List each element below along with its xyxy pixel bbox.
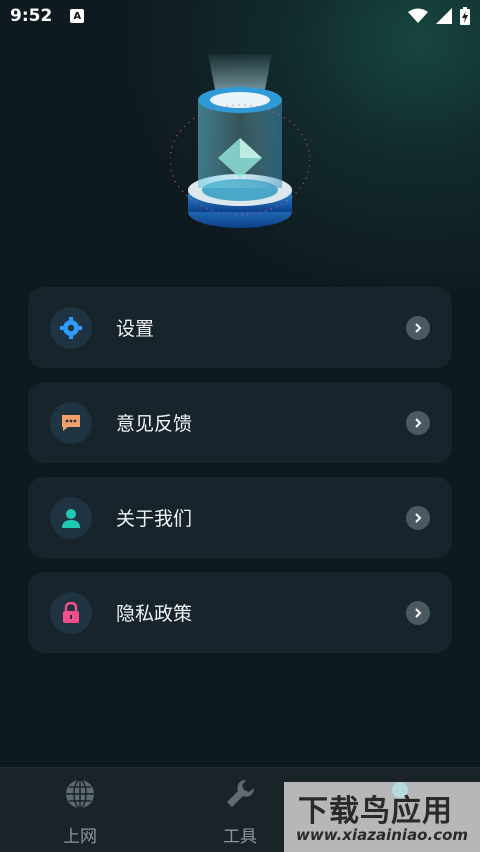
menu-item-privacy[interactable]: 隐私政策	[28, 572, 452, 653]
menu-item-label: 隐私政策	[116, 603, 193, 625]
status-time: 9:52	[10, 6, 53, 26]
chat-bubble-icon	[50, 402, 92, 444]
wifi-icon	[408, 8, 428, 23]
menu-item-feedback[interactable]: 意见反馈	[28, 382, 452, 463]
watermark-url: www.xiazainiao.com	[296, 826, 469, 844]
settings-menu: 设置 意见反馈 关于我们 隐私政策	[28, 287, 452, 667]
chevron-right-icon	[406, 316, 430, 340]
chevron-right-icon	[406, 601, 430, 625]
tab-tools[interactable]: 工具	[195, 778, 285, 847]
globe-icon	[66, 779, 94, 809]
tab-label: 上网	[63, 827, 97, 847]
menu-item-settings[interactable]: 设置	[28, 287, 452, 368]
menu-item-label: 关于我们	[116, 508, 193, 530]
chevron-right-icon	[406, 411, 430, 435]
watermark-title: 下载鸟应用	[298, 794, 453, 829]
wrench-icon	[227, 779, 255, 807]
hero-illustration	[169, 52, 311, 247]
menu-item-label: 设置	[116, 318, 155, 340]
notification-badge: A	[70, 9, 85, 23]
watermark: 下载鸟应用 www.xiazainiao.com	[284, 782, 480, 852]
user-icon	[50, 497, 92, 539]
menu-item-label: 意见反馈	[116, 413, 193, 435]
tab-label: 工具	[223, 827, 257, 847]
battery-icon	[460, 7, 470, 25]
tab-internet[interactable]: 上网	[35, 778, 125, 847]
hourglass-cylinder-illustration	[169, 54, 311, 228]
status-icons	[408, 7, 470, 25]
lock-icon	[50, 592, 92, 634]
gear-icon	[50, 307, 92, 349]
status-bar: 9:52 A	[0, 0, 480, 32]
chevron-right-icon	[406, 506, 430, 530]
signal-icon	[436, 8, 452, 24]
menu-item-about[interactable]: 关于我们	[28, 477, 452, 558]
